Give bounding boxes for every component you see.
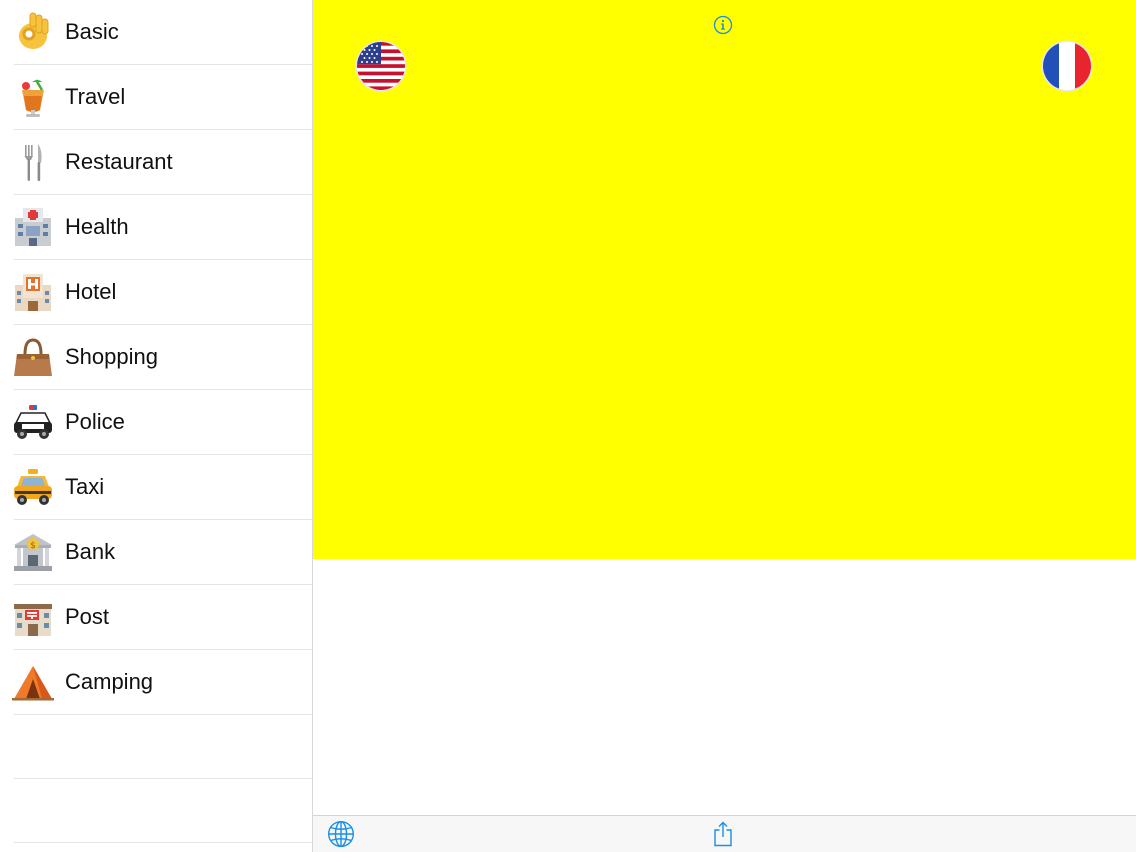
category-row-shopping[interactable]: Shopping bbox=[0, 325, 312, 390]
category-label: Restaurant bbox=[65, 149, 173, 174]
hospital-icon bbox=[15, 208, 51, 246]
bottom-toolbar bbox=[313, 815, 1136, 852]
category-label: Taxi bbox=[65, 474, 105, 499]
category-row-taxi[interactable]: Taxi bbox=[0, 455, 312, 520]
category-label: Camping bbox=[65, 669, 154, 694]
ok-hand-icon bbox=[19, 12, 49, 49]
category-row-restaurant[interactable]: Restaurant bbox=[0, 130, 312, 195]
category-sidebar: Basic Travel Restaurant Health Hotel Sho… bbox=[0, 0, 312, 852]
category-row-health[interactable]: Health bbox=[0, 195, 312, 260]
category-row-basic[interactable]: Basic bbox=[0, 0, 312, 65]
category-row-police[interactable]: Police bbox=[0, 390, 312, 455]
list-separator bbox=[14, 842, 312, 843]
police-car-icon bbox=[14, 405, 52, 439]
france-flag-icon[interactable] bbox=[1041, 40, 1093, 92]
post-office-icon bbox=[14, 604, 52, 636]
category-label: Health bbox=[65, 214, 129, 239]
category-row-travel[interactable]: Travel bbox=[0, 65, 312, 130]
category-label: Basic bbox=[65, 19, 119, 44]
category-label: Hotel bbox=[65, 279, 117, 304]
category-label: Travel bbox=[65, 84, 126, 109]
category-label: Bank bbox=[65, 539, 116, 564]
category-row-hotel[interactable]: Hotel bbox=[0, 260, 312, 325]
category-label: Police bbox=[65, 409, 125, 434]
category-row-camping[interactable]: Camping bbox=[0, 650, 312, 715]
hotel-icon bbox=[15, 274, 51, 311]
tropical-drink-icon bbox=[22, 79, 44, 117]
handbag-icon bbox=[14, 338, 52, 376]
translation-output-area bbox=[313, 559, 1136, 815]
translation-panel bbox=[313, 0, 1136, 852]
us-flag-icon[interactable] bbox=[355, 40, 407, 92]
fork-and-knife-icon bbox=[24, 144, 42, 181]
taxi-icon bbox=[14, 469, 52, 505]
category-row-post[interactable]: Post bbox=[0, 585, 312, 650]
category-label: Post bbox=[65, 604, 110, 629]
info-icon[interactable] bbox=[713, 15, 733, 35]
globe-icon[interactable] bbox=[327, 820, 355, 848]
category-row-bank[interactable]: $ Bank bbox=[0, 520, 312, 585]
camping-tent-icon bbox=[12, 666, 54, 701]
list-separator bbox=[14, 778, 312, 779]
share-icon[interactable] bbox=[713, 821, 733, 847]
svg-text:$: $ bbox=[30, 541, 36, 551]
app-window: Basic Travel Restaurant Health Hotel Sho… bbox=[0, 0, 1136, 852]
category-label: Shopping bbox=[65, 344, 158, 369]
phrase-display-area bbox=[313, 0, 1136, 559]
bank-icon: $ bbox=[14, 534, 52, 571]
